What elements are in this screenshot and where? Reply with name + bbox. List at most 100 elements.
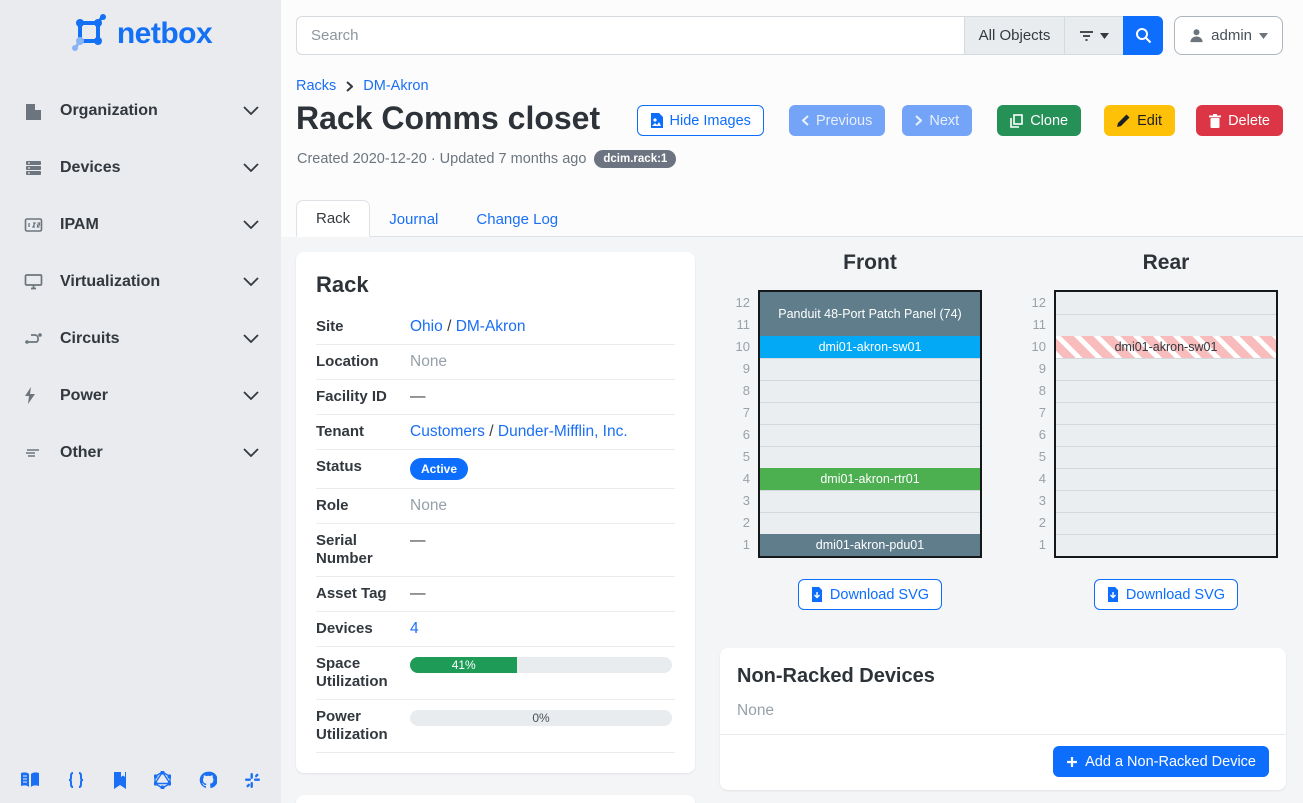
graphql-icon[interactable] bbox=[154, 771, 171, 789]
rack-unit-number: 2 bbox=[726, 512, 750, 534]
rack-empty-slot[interactable] bbox=[1056, 446, 1276, 468]
user-menu-button[interactable]: admin bbox=[1174, 16, 1283, 55]
chevron-down-icon bbox=[243, 448, 259, 457]
rack-empty-slot[interactable] bbox=[760, 512, 980, 534]
sidebar-item-label: Virtualization bbox=[60, 273, 243, 291]
rack-empty-slot[interactable] bbox=[760, 402, 980, 424]
search-filter-dropdown[interactable] bbox=[1064, 16, 1123, 55]
rack-empty-slot[interactable] bbox=[1056, 402, 1276, 424]
tab-journal[interactable]: Journal bbox=[370, 202, 457, 237]
rack-unit-number: 2 bbox=[1022, 512, 1046, 534]
add-non-racked-device-button[interactable]: Add a Non-Racked Device bbox=[1053, 746, 1269, 777]
row-label: Asset Tag bbox=[316, 585, 410, 603]
sidebar-footer-links bbox=[0, 771, 281, 789]
rack-empty-slot[interactable] bbox=[1056, 490, 1276, 512]
sidebar-item-label: Circuits bbox=[60, 330, 243, 348]
hide-images-button[interactable]: Hide Images bbox=[637, 105, 764, 136]
rack-device[interactable]: dmi01-akron-sw01 bbox=[760, 336, 980, 358]
tab-rack[interactable]: Rack bbox=[296, 200, 370, 237]
breadcrumb-link-racks[interactable]: Racks bbox=[296, 78, 336, 94]
clone-button[interactable]: Clone bbox=[997, 105, 1081, 136]
row-label: Space Utilization bbox=[316, 655, 410, 691]
tab-change-log[interactable]: Change Log bbox=[457, 202, 577, 237]
sidebar-item-devices[interactable]: Devices bbox=[0, 139, 281, 196]
non-racked-title: Non-Racked Devices bbox=[737, 665, 1269, 688]
rack-unit-number: 11 bbox=[726, 314, 750, 336]
previous-button[interactable]: Previous bbox=[789, 105, 885, 136]
rack-empty-slot[interactable] bbox=[760, 424, 980, 446]
site-region-link[interactable]: Ohio bbox=[410, 318, 443, 335]
copy-icon bbox=[1010, 114, 1023, 128]
sidebar-item-circuits[interactable]: Circuits bbox=[0, 310, 281, 367]
rack-empty-slot[interactable] bbox=[1056, 358, 1276, 380]
rack-device[interactable]: Panduit 48-Port Patch Panel (74) bbox=[760, 292, 980, 336]
rack-device[interactable]: dmi01-akron-pdu01 bbox=[760, 534, 980, 556]
rack-unit-number: 8 bbox=[1022, 380, 1046, 402]
next-label: Next bbox=[929, 113, 959, 129]
row-devices: Devices 4 bbox=[316, 612, 675, 647]
rack-empty-slot[interactable] bbox=[760, 358, 980, 380]
device-count-link[interactable]: 4 bbox=[410, 620, 419, 637]
object-id-badge: dcim.rack:1 bbox=[594, 150, 676, 168]
docs-icon[interactable] bbox=[20, 771, 40, 789]
bookmark-icon[interactable] bbox=[113, 771, 127, 789]
rack-empty-slot[interactable] bbox=[1056, 380, 1276, 402]
rack-empty-slot[interactable] bbox=[1056, 512, 1276, 534]
sidebar-item-label: Power bbox=[60, 387, 243, 405]
rack-empty-slot[interactable] bbox=[1056, 534, 1276, 556]
rack-empty-slot[interactable] bbox=[1056, 292, 1276, 314]
download-svg-label: Download SVG bbox=[830, 587, 929, 603]
rack-unit-number: 8 bbox=[726, 380, 750, 402]
github-icon[interactable] bbox=[199, 771, 217, 789]
user-icon bbox=[1189, 28, 1204, 43]
front-elevation-title: Front bbox=[758, 251, 982, 275]
rack-empty-slot[interactable] bbox=[1056, 424, 1276, 446]
search-scope-button[interactable]: All Objects bbox=[964, 16, 1064, 55]
search-submit-button[interactable] bbox=[1123, 16, 1163, 55]
sidebar-item-virtualization[interactable]: Virtualization bbox=[0, 253, 281, 310]
code-braces-icon[interactable] bbox=[67, 771, 85, 789]
object-meta: Created 2020-12-20 · Updated 7 months ag… bbox=[297, 150, 676, 168]
sidebar-item-power[interactable]: Power bbox=[0, 367, 281, 424]
search-input[interactable] bbox=[296, 16, 964, 55]
rack-empty-slot[interactable] bbox=[760, 446, 980, 468]
rack-empty-slot[interactable] bbox=[1056, 314, 1276, 336]
space-utilization-bar: 41% bbox=[410, 657, 672, 673]
monitor-icon bbox=[24, 272, 46, 292]
rack-unit-number: 3 bbox=[726, 490, 750, 512]
front-download-svg-button[interactable]: Download SVG bbox=[798, 579, 942, 610]
rear-unit-numbers: 121110987654321 bbox=[1022, 292, 1046, 556]
netbox-rack-page: netbox OrganizationDevicesIPAM Virtualiza… bbox=[0, 0, 1303, 803]
delete-button[interactable]: Delete bbox=[1196, 105, 1283, 136]
tenant-group-link[interactable]: Customers bbox=[410, 423, 485, 440]
site-link[interactable]: DM-Akron bbox=[456, 318, 526, 335]
row-location: Location None bbox=[316, 345, 675, 380]
power-utilization-value: 0% bbox=[410, 710, 672, 726]
tenant-link[interactable]: Dunder-Mifflin, Inc. bbox=[498, 423, 628, 440]
non-racked-value: None bbox=[737, 702, 1269, 720]
rear-download-svg-button[interactable]: Download SVG bbox=[1094, 579, 1238, 610]
chevron-down-icon bbox=[243, 334, 259, 343]
chevron-down-icon bbox=[243, 106, 259, 115]
sidebar-item-organization[interactable]: Organization bbox=[0, 82, 281, 139]
row-tenant: Tenant Customers / Dunder-Mifflin, Inc. bbox=[316, 415, 675, 450]
user-menu-label: admin bbox=[1211, 27, 1252, 44]
sidebar-menu: OrganizationDevicesIPAM Virtualization Cir… bbox=[0, 82, 281, 481]
rack-unit-number: 11 bbox=[1022, 314, 1046, 336]
rack-empty-slot[interactable] bbox=[760, 490, 980, 512]
sidebar-item-ipam[interactable]: IPAM bbox=[0, 196, 281, 253]
row-label: Site bbox=[316, 318, 410, 336]
breadcrumb-link-site[interactable]: DM-Akron bbox=[363, 78, 428, 94]
location-value: None bbox=[410, 353, 675, 371]
edit-button[interactable]: Edit bbox=[1104, 105, 1175, 136]
rack-empty-slot[interactable] bbox=[1056, 468, 1276, 490]
tab-bar: Rack Journal Change Log bbox=[296, 197, 1303, 237]
sidebar-item-other[interactable]: Other bbox=[0, 424, 281, 481]
netbox-logo[interactable]: netbox bbox=[0, 0, 281, 64]
rack-device[interactable]: dmi01-akron-rtr01 bbox=[760, 468, 980, 490]
slack-icon[interactable] bbox=[244, 771, 261, 789]
next-button[interactable]: Next bbox=[902, 105, 972, 136]
rack-device[interactable]: dmi01-akron-sw01 bbox=[1056, 336, 1276, 358]
rack-unit-number: 6 bbox=[726, 424, 750, 446]
rack-empty-slot[interactable] bbox=[760, 380, 980, 402]
